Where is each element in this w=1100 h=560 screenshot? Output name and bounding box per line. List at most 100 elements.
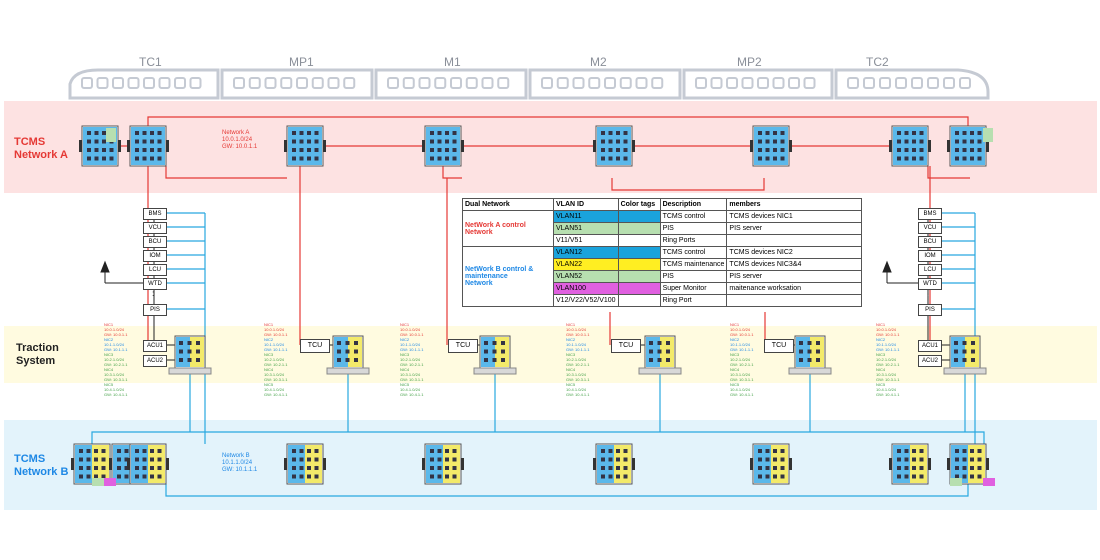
switch-port: [94, 148, 99, 152]
switch-port: [970, 466, 974, 470]
device-link: [886, 268, 918, 284]
vlan-color-tag: [617, 294, 661, 307]
switch-port: [142, 156, 147, 161]
switch-port: [314, 156, 319, 161]
switch-port: [94, 466, 98, 470]
switch-port: [307, 449, 311, 453]
train-window: [497, 77, 510, 89]
switch-port: [179, 349, 183, 354]
switch-port: [971, 341, 975, 345]
switch-port: [807, 341, 812, 345]
switch-port: [608, 449, 613, 453]
switch-port: [765, 139, 770, 144]
switch-network-a: [889, 125, 931, 167]
switch-port: [94, 156, 99, 161]
switch-port: [904, 449, 909, 453]
switch-port: [437, 474, 442, 479]
network-a-info-gateway: GW: 10.0.1.1: [222, 144, 258, 150]
switch-port: [79, 466, 83, 470]
switch-port: [445, 148, 449, 152]
switch-port: [484, 358, 488, 362]
vlan-description: Ring Port: [659, 294, 728, 307]
switch-port: [970, 148, 974, 152]
network-b-info-gateway: GW: 10.1.1.1: [222, 467, 258, 473]
vlan-color-tag: [617, 270, 661, 283]
switch-port: [608, 457, 613, 462]
train-window: [710, 77, 723, 89]
train-window: [927, 77, 939, 89]
switch-connector: [127, 458, 130, 470]
car-label-mp2: MP2: [737, 55, 762, 69]
switch-port: [773, 449, 777, 453]
train-car: [374, 68, 528, 100]
train-window: [465, 77, 478, 89]
switch-port: [780, 131, 785, 135]
switch-port: [623, 139, 628, 144]
switch-port: [897, 466, 901, 470]
switch-port: [799, 349, 803, 354]
switch-port: [962, 131, 967, 135]
vlan-members: [726, 234, 863, 247]
train-window: [481, 77, 494, 89]
switch-port: [962, 474, 967, 479]
switch-network-b: [889, 443, 931, 485]
train-window: [803, 77, 816, 89]
vlan-color-tag: [617, 258, 661, 271]
device-lcu-tc1: LCU: [143, 264, 167, 276]
vlan-description: PIS: [659, 270, 728, 283]
switch-port: [758, 466, 762, 470]
switch-port: [970, 139, 974, 144]
switch-port: [970, 156, 974, 161]
switch-connector: [947, 458, 950, 470]
switch-port: [117, 449, 121, 453]
switch-port: [666, 349, 670, 354]
tcu-mp2: TCU: [764, 339, 794, 353]
switch-network-b: [750, 443, 792, 485]
switch-port: [430, 156, 434, 161]
switch-base: [326, 367, 370, 375]
device-iom-tc1: IOM: [143, 250, 167, 262]
switch-port: [157, 131, 162, 135]
switch-port: [897, 474, 901, 479]
nic-line: GW: 10.4.1.1: [566, 392, 590, 397]
switch-port: [616, 449, 620, 453]
switch-port: [94, 449, 98, 453]
switch-port: [955, 131, 959, 135]
switch-port: [758, 139, 762, 144]
switch-port: [150, 148, 154, 152]
switch-port: [904, 156, 909, 161]
switch-port: [314, 466, 319, 470]
switch-port: [765, 449, 770, 453]
switch-tag-green: [950, 478, 962, 486]
switch-connector: [166, 458, 169, 470]
switch-port: [649, 358, 653, 362]
switch-port: [299, 156, 304, 161]
switch-port: [765, 156, 770, 161]
switch-port: [780, 466, 785, 470]
switch-port: [150, 156, 154, 161]
device-bms-tc2: BMS: [918, 208, 942, 220]
switch-port: [816, 358, 820, 362]
switch-base: [168, 367, 212, 375]
switch-network-b: [422, 443, 464, 485]
nic-info-m2: NIC1 10.0.1.0/24 GW: 10.0.1.1 NIC2 10.1.1.0…: [566, 322, 590, 397]
switch-port: [807, 358, 812, 362]
train-window: [96, 77, 109, 89]
vlan-header-network: Dual Network: [462, 198, 554, 211]
switch-port: [102, 139, 106, 144]
switch-port: [666, 358, 670, 362]
train-window: [189, 77, 202, 89]
device-ellipsis-tc1: :: [152, 289, 155, 298]
switch-connector: [166, 140, 169, 152]
switch-port: [897, 131, 901, 135]
switch-port: [773, 148, 777, 152]
device-acu1-tc2: ACU1: [918, 340, 942, 352]
vlan-id: VLAN12: [553, 246, 619, 259]
switch-connector: [461, 140, 464, 152]
switch-port: [484, 341, 488, 345]
switch-port: [307, 148, 311, 152]
train-window: [418, 77, 431, 89]
switch-connector: [947, 140, 950, 152]
switch-port: [962, 449, 967, 453]
train-window: [541, 77, 553, 89]
